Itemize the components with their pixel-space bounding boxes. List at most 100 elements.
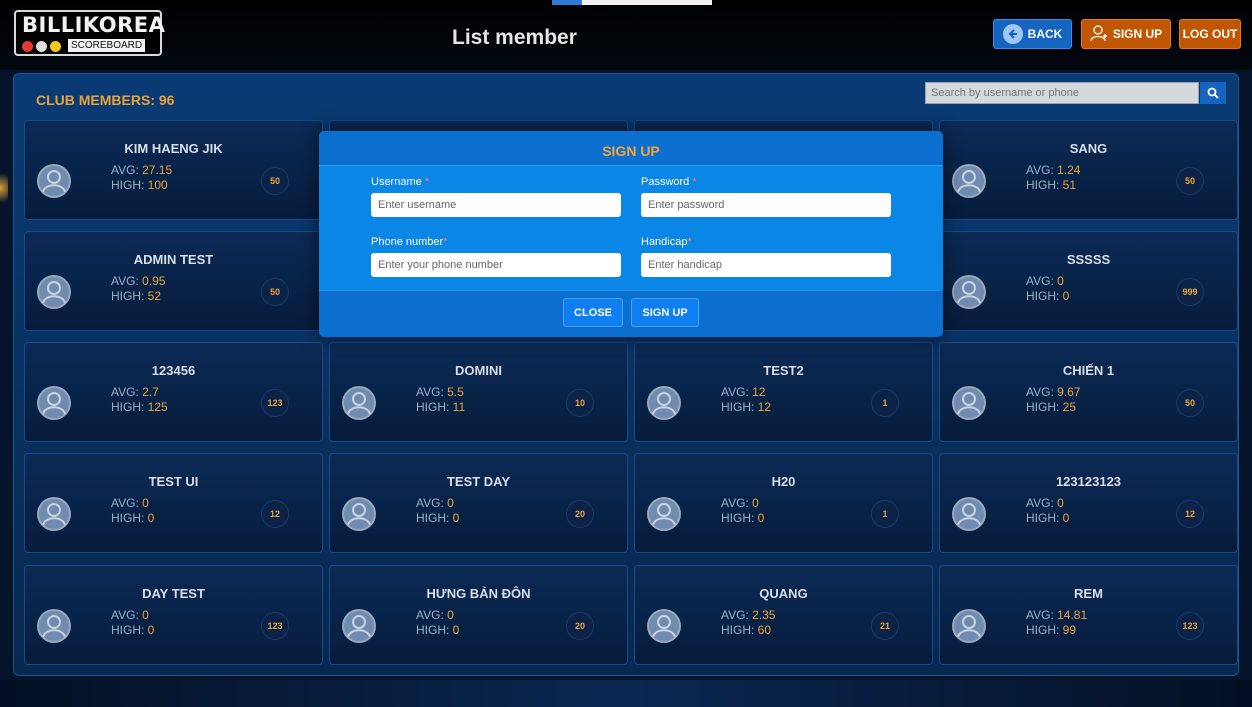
handicap-badge: 50 [261,167,289,195]
user-avatar-icon [37,164,71,198]
logout-button[interactable]: LOG OUT [1179,19,1241,49]
member-card[interactable]: H20 AVG: 0 HIGH: 0 1 [634,453,933,553]
close-button[interactable]: CLOSE [563,298,623,327]
user-avatar-icon [952,164,986,198]
username-field[interactable] [371,193,621,217]
member-avg: AVG: 0 [416,608,454,622]
member-stats: AVG: 9.67 HIGH: 25 [1026,385,1080,415]
member-card[interactable]: REM AVG: 14.81 HIGH: 99 123 [939,565,1238,665]
member-avg: AVG: 0 [416,496,454,510]
edge-glow [0,168,8,208]
member-high: HIGH: 25 [1026,400,1077,414]
handicap-badge: 12 [1176,500,1204,528]
member-high: HIGH: 52 [111,289,162,303]
modal-footer: CLOSE SIGN UP [319,290,943,337]
back-button[interactable]: BACK [993,19,1072,49]
member-avg: AVG: 0 [1026,496,1064,510]
user-avatar-icon [647,386,681,420]
user-avatar-icon [37,497,71,531]
member-card[interactable]: SANG AVG: 1.24 HIGH: 51 50 [939,120,1238,220]
handicap-badge: 1 [871,500,899,528]
handicap-badge: 21 [871,612,899,640]
member-avg: AVG: 5.5 [416,385,464,399]
member-avg: AVG: 12 [721,385,766,399]
member-stats: AVG: 0 HIGH: 0 [721,496,764,526]
member-card[interactable]: 123456 AVG: 2.7 HIGH: 125 123 [24,342,323,442]
back-button-label: BACK [1027,27,1063,41]
handicap-badge: 20 [566,612,594,640]
member-stats: AVG: 12 HIGH: 12 [721,385,771,415]
member-stats: AVG: 0 HIGH: 0 [111,608,154,638]
member-avg: AVG: 0 [111,496,149,510]
search-icon [1207,87,1219,99]
member-high: HIGH: 0 [111,623,155,637]
member-avg: AVG: 2.35 [721,608,776,622]
member-high: HIGH: 125 [111,400,168,414]
member-stats: AVG: 0 HIGH: 0 [1026,496,1069,526]
handicap-badge: 50 [1176,167,1204,195]
modal-title: SIGN UP [602,143,660,159]
member-avg: AVG: 1.24 [1026,163,1081,177]
member-card[interactable]: 123123123 AVG: 0 HIGH: 0 12 [939,453,1238,553]
member-name: H20 [771,474,796,489]
handicap-badge: 123 [261,389,289,417]
signup-button[interactable]: SIGN UP [1081,19,1171,49]
search-button[interactable] [1200,82,1226,104]
password-label: Password * [641,176,697,188]
member-name: DOMINI [455,363,502,378]
member-high: HIGH: 0 [721,511,765,525]
member-card[interactable]: QUANG AVG: 2.35 HIGH: 60 21 [634,565,933,665]
handicap-badge: 50 [261,278,289,306]
member-high: HIGH: 11 [416,400,466,414]
member-name: CHIẾN 1 [1062,363,1115,378]
handicap-badge: 10 [566,389,594,417]
member-stats: AVG: 14.81 HIGH: 99 [1026,608,1087,638]
member-name: KIM HAENG JIK [124,141,223,156]
handicap-badge: 12 [261,500,289,528]
member-card[interactable]: TEST2 AVG: 12 HIGH: 12 1 [634,342,933,442]
logo-text: BILLIKOREA [22,13,166,37]
logo[interactable]: BILLIKOREA SCOREBOARD [14,10,166,56]
member-card[interactable]: KIM HAENG JIK AVG: 27.15 HIGH: 100 50 [24,120,323,220]
member-avg: AVG: 0 [721,496,759,510]
member-avg: AVG: 14.81 [1026,608,1088,622]
search-input[interactable] [925,82,1199,104]
phone-field[interactable] [371,253,621,277]
member-stats: AVG: 0.95 HIGH: 52 [111,274,165,304]
logo-subtext: SCOREBOARD [68,39,146,52]
footer-strip [0,680,1252,707]
member-high: HIGH: 99 [1026,623,1077,637]
member-name: TEST DAY [446,474,511,489]
member-name: ADMIN TEST [133,252,214,267]
handicap-field[interactable] [641,253,891,277]
handicap-badge: 123 [261,612,289,640]
member-high: HIGH: 0 [416,511,460,525]
member-card[interactable]: TEST DAY AVG: 0 HIGH: 0 20 [329,453,628,553]
username-label: Username * [371,176,430,188]
member-card[interactable]: DOMINI AVG: 5.5 HIGH: 11 10 [329,342,628,442]
club-members-count: CLUB MEMBERS: 96 [36,92,175,108]
handicap-badge: 1 [871,389,899,417]
member-card[interactable]: ADMIN TEST AVG: 0.95 HIGH: 52 50 [24,231,323,331]
modal-signup-button[interactable]: SIGN UP [631,298,699,327]
member-card[interactable]: SSSSS AVG: 0 HIGH: 0 999 [939,231,1238,331]
user-avatar-icon [952,386,986,420]
member-stats: AVG: 0 HIGH: 0 [1026,274,1069,304]
member-avg: AVG: 2.7 [111,385,159,399]
member-card[interactable]: CHIẾN 1 AVG: 9.67 HIGH: 25 50 [939,342,1238,442]
member-card[interactable]: TEST UI AVG: 0 HIGH: 0 12 [24,453,323,553]
handicap-badge: 20 [566,500,594,528]
member-avg: AVG: 0.95 [111,274,166,288]
member-stats: AVG: 0 HIGH: 0 [111,496,154,526]
user-avatar-icon [952,497,986,531]
member-stats: AVG: 0 HIGH: 0 [416,608,459,638]
member-avg: AVG: 9.67 [1026,385,1081,399]
member-card[interactable]: DAY TEST AVG: 0 HIGH: 0 123 [24,565,323,665]
member-high: HIGH: 100 [111,178,168,192]
page-title: List member [452,26,577,49]
member-high: HIGH: 0 [111,511,155,525]
member-card[interactable]: HƯNG BẢN ĐÔN AVG: 0 HIGH: 0 20 [329,565,628,665]
user-avatar-icon [37,386,71,420]
member-stats: AVG: 2.7 HIGH: 125 [111,385,168,415]
password-field[interactable] [641,193,891,217]
